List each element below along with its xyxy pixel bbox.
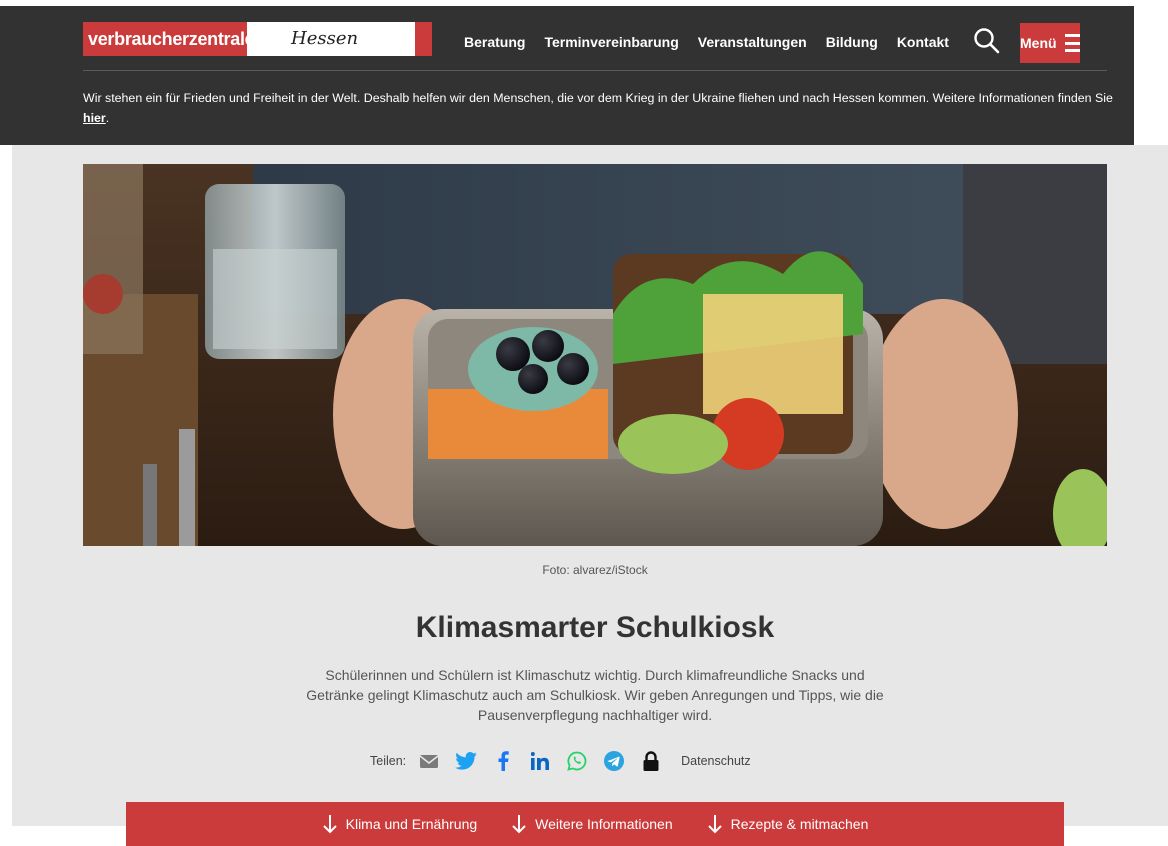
whatsapp-icon[interactable] xyxy=(566,750,588,772)
nav-item-bildung[interactable]: Bildung xyxy=(826,34,878,50)
notice-text: Wir stehen ein für Frieden und Freiheit … xyxy=(83,91,1113,105)
logo-region-text: Hessen xyxy=(247,22,415,56)
hero-image xyxy=(83,164,1107,546)
site-header: verbraucherzentrale Hessen Beratung Term… xyxy=(0,6,1134,145)
lock-icon[interactable] xyxy=(640,750,662,772)
anchor-klima-ernaehrung[interactable]: Klima und Ernährung xyxy=(322,814,478,834)
nav-item-kontakt[interactable]: Kontakt xyxy=(897,34,949,50)
linkedin-icon[interactable] xyxy=(529,750,551,772)
article-intro: Schülerinnen und Schülern ist Klimaschut… xyxy=(306,667,884,723)
email-icon[interactable] xyxy=(418,750,440,772)
share-label: Teilen: xyxy=(370,754,407,768)
site-logo[interactable]: verbraucherzentrale Hessen xyxy=(83,22,432,56)
anchor-nav-bar: Klima und Ernährung Weitere Informatione… xyxy=(126,802,1064,846)
logo-accent-block xyxy=(415,22,432,56)
hamburger-icon xyxy=(1064,34,1080,52)
menu-button-label: Menü xyxy=(1020,35,1057,51)
anchor-label: Rezepte & mitmachen xyxy=(730,816,869,832)
menu-button[interactable]: Menü xyxy=(1020,23,1080,63)
main-nav: Beratung Terminvereinbarung Veranstaltun… xyxy=(464,26,968,58)
photo-credit: Foto: alvarez/iStock xyxy=(542,563,648,577)
twitter-icon[interactable] xyxy=(455,750,477,772)
notice-end: . xyxy=(105,111,110,125)
nav-item-beratung[interactable]: Beratung xyxy=(464,34,525,50)
share-bar: Teilen: Datenschutz xyxy=(370,748,751,774)
privacy-link[interactable]: Datenschutz xyxy=(681,754,750,768)
arrow-down-icon xyxy=(512,815,526,834)
search-icon[interactable] xyxy=(972,26,1002,56)
telegram-icon[interactable] xyxy=(603,750,625,772)
anchor-weitere-informationen[interactable]: Weitere Informationen xyxy=(511,814,673,834)
anchor-rezepte-mitmachen[interactable]: Rezepte & mitmachen xyxy=(707,814,869,834)
anchor-label: Klima und Ernährung xyxy=(345,816,478,832)
arrow-down-icon xyxy=(322,815,337,834)
notice-link-hier[interactable]: hier xyxy=(83,111,106,125)
nav-item-terminvereinbarung[interactable]: Terminvereinbarung xyxy=(544,34,678,50)
ukraine-notice: Wir stehen ein für Frieden und Freiheit … xyxy=(83,88,1113,128)
nav-item-veranstaltungen[interactable]: Veranstaltungen xyxy=(698,34,807,50)
facebook-icon[interactable] xyxy=(492,750,514,772)
logo-brand-text: verbraucherzentrale xyxy=(83,22,255,56)
page-title: Klimasmarter Schulkiosk xyxy=(415,611,775,644)
arrow-down-icon xyxy=(707,815,722,834)
header-divider xyxy=(83,70,1107,71)
anchor-label: Weitere Informationen xyxy=(535,816,673,832)
